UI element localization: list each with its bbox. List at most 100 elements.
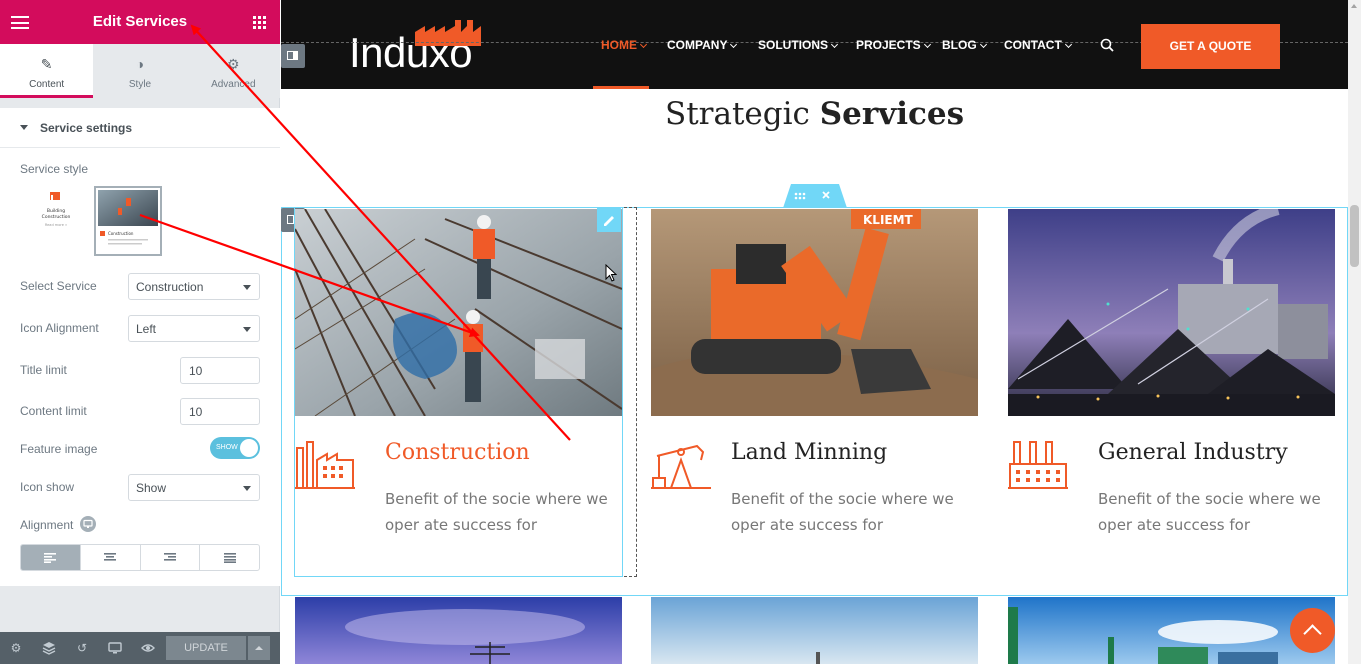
responsive-desktop-icon[interactable] <box>80 516 96 532</box>
title-limit-input[interactable]: 10 <box>180 357 260 384</box>
svg-text:KLIEMT: KLIEMT <box>863 213 914 227</box>
service-title-general-industry[interactable]: General Industry <box>1098 440 1288 465</box>
icon-alignment-dropdown[interactable]: Left <box>128 315 260 342</box>
service-image-containers <box>1008 597 1335 664</box>
menu-company[interactable]: COMPANY <box>667 38 738 52</box>
style-preview-building-icon: Building Construction Read more » <box>42 192 71 227</box>
active-menu-underline <box>593 86 649 89</box>
svg-text:Construction: Construction <box>42 214 71 220</box>
align-justify-icon <box>223 552 236 563</box>
chevron-down-icon <box>730 40 738 49</box>
update-options-button[interactable] <box>248 636 270 660</box>
panel-header: Edit Services <box>0 0 280 44</box>
title-limit-label: Title limit <box>20 363 67 377</box>
align-right-button[interactable] <box>141 545 201 570</box>
align-justify-button[interactable] <box>200 545 259 570</box>
scrollbar-thumb[interactable] <box>1350 205 1359 267</box>
feature-image-toggle[interactable]: SHOW <box>210 437 260 459</box>
caret-down-icon <box>20 125 28 130</box>
mouse-cursor-icon <box>605 264 617 282</box>
site-header: Induxo HOME COMPANY SOLUTIONS PROJECTS B… <box>281 0 1348 89</box>
back-to-top-button[interactable] <box>1290 608 1335 653</box>
align-center-icon <box>104 552 117 561</box>
industry-icon <box>1008 441 1068 489</box>
icon-show-value: Show <box>136 481 167 495</box>
tab-style[interactable]: ◑ Style <box>93 44 186 98</box>
menu-label: BLOG <box>942 38 977 52</box>
service-title-construction[interactable]: Construction <box>385 440 530 465</box>
tab-label: Advanced <box>211 79 256 90</box>
section-handle[interactable] <box>783 184 847 208</box>
get-a-quote-button[interactable]: GET A QUOTE <box>1141 24 1280 69</box>
align-left-button[interactable] <box>21 545 81 570</box>
select-service-label: Select Service <box>20 279 97 293</box>
alignment-label: Alignment <box>20 518 74 532</box>
service-style-option-2[interactable]: Construction <box>94 186 162 256</box>
content-limit-label: Content limit <box>20 404 87 418</box>
panel-footer: ⚙ ↺ UPDATE <box>0 632 280 664</box>
chevron-down-icon <box>830 40 839 49</box>
history-icon[interactable]: ↺ <box>75 641 89 655</box>
editor-root: Edit Services ✎ Content ◑ Style ⚙ Advanc… <box>0 0 1361 664</box>
icon-show-dropdown[interactable]: Show <box>128 474 260 501</box>
align-left-icon <box>44 552 57 563</box>
menu-projects[interactable]: PROJECTS <box>856 38 931 52</box>
responsive-mode-icon[interactable] <box>108 641 122 655</box>
service-title-land-minning[interactable]: Land Minning <box>731 440 887 465</box>
tab-advanced[interactable]: ⚙ Advanced <box>187 44 280 98</box>
chevron-down-icon <box>979 40 987 49</box>
edit-widget-pencil-icon[interactable] <box>597 208 621 232</box>
svg-text:Building: Building <box>47 208 65 214</box>
header-column-handle-icon[interactable] <box>281 44 305 68</box>
section-title: Service settings <box>40 121 133 135</box>
settings-gear-icon[interactable]: ⚙ <box>9 641 23 655</box>
panel-tabs: ✎ Content ◑ Style ⚙ Advanced <box>0 44 280 98</box>
heading-light: Strategic <box>664 96 810 132</box>
align-right-icon <box>163 552 176 561</box>
select-service-dropdown[interactable]: Construction <box>128 273 260 300</box>
menu-label: CONTACT <box>1004 38 1062 52</box>
service-image-land-minning: KLIEMT <box>651 209 978 416</box>
preview-scrollbar[interactable] <box>1348 0 1361 664</box>
svg-text:Read more »: Read more » <box>45 223 67 227</box>
chevron-down-icon <box>243 285 251 290</box>
toggle-knob <box>240 439 258 457</box>
editor-panel: Edit Services ✎ Content ◑ Style ⚙ Advanc… <box>0 0 280 664</box>
align-center-button[interactable] <box>81 545 141 570</box>
tab-label: Content <box>29 79 65 90</box>
toggle-label: SHOW <box>216 444 238 451</box>
alignment-control <box>20 544 260 571</box>
contrast-icon: ◑ <box>135 56 145 72</box>
factory-icon <box>295 441 355 489</box>
menu-label: PROJECTS <box>856 38 921 52</box>
scroll-up-arrow-icon[interactable] <box>1351 4 1357 8</box>
gear-icon: ⚙ <box>227 56 240 72</box>
service-text-construction: Benefit of the socie where we oper ate s… <box>385 490 608 534</box>
navigator-layers-icon[interactable] <box>42 641 56 655</box>
chevron-down-icon <box>243 327 251 332</box>
service-text-general-industry: Benefit of the socie where we oper ate s… <box>1098 490 1321 534</box>
menu-blog[interactable]: BLOG <box>942 38 987 52</box>
update-button[interactable]: UPDATE <box>166 636 246 660</box>
search-icon[interactable] <box>1100 38 1114 52</box>
preview-eye-icon[interactable] <box>141 641 155 655</box>
controls-area: Service style Building Construction Read… <box>0 148 280 586</box>
style-preview-construction-icon: Construction <box>98 190 158 245</box>
pencil-icon: ✎ <box>40 56 53 72</box>
feature-image-label: Feature image <box>20 442 98 456</box>
icon-show-label: Icon show <box>20 480 75 494</box>
svg-text:Construction: Construction <box>108 231 134 236</box>
widgets-grid-icon[interactable] <box>253 16 266 29</box>
oil-pump-icon <box>651 444 711 489</box>
chevron-down-icon <box>639 40 648 49</box>
menu-solutions[interactable]: SOLUTIONS <box>758 38 839 52</box>
icon-alignment-value: Left <box>136 322 157 336</box>
menu-label: COMPANY <box>667 38 728 52</box>
menu-contact[interactable]: CONTACT <box>1004 38 1072 52</box>
service-style-option-1[interactable]: Building Construction Read more » <box>22 186 90 256</box>
tab-content[interactable]: ✎ Content <box>0 44 94 98</box>
menu-home[interactable]: HOME <box>601 38 648 52</box>
content-limit-input[interactable]: 10 <box>180 398 260 425</box>
panel-title: Edit Services <box>92 13 188 30</box>
section-toggle-service-settings[interactable]: Service settings <box>0 108 280 148</box>
